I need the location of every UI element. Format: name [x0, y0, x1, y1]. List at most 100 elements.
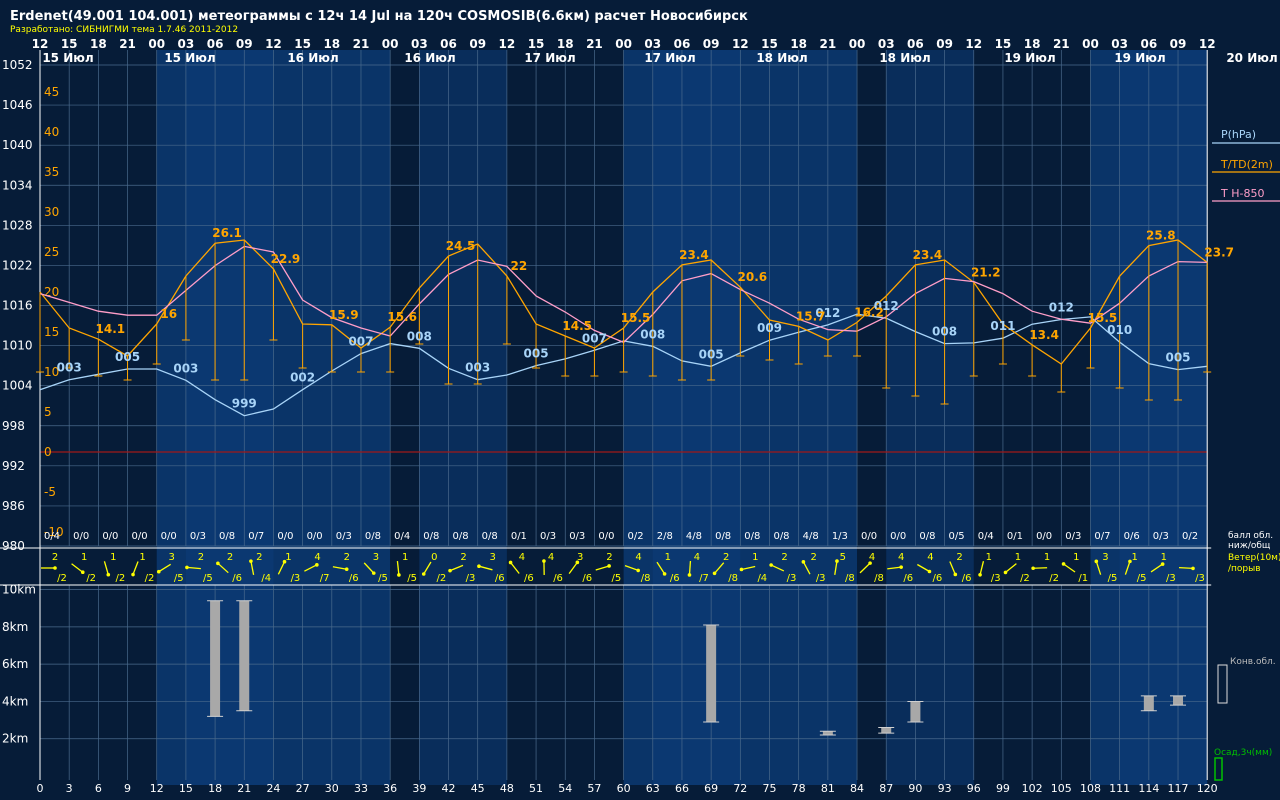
cloud-cover-value: 0/2: [1182, 531, 1198, 542]
cloud-cover-value: 0/3: [1153, 531, 1169, 542]
wind-arrow: [1178, 566, 1194, 570]
wind-gust-value: /3: [991, 573, 1001, 584]
wind-speed-value: 1: [81, 552, 87, 563]
wind-speed-value: 5: [840, 552, 846, 563]
cloud-cover-value: 0/3: [569, 531, 585, 542]
wind-gust-value: /5: [174, 573, 184, 584]
top-hour-label: 03: [644, 37, 661, 51]
bottom-hour-label: 81: [821, 782, 835, 795]
wind-gust-value: /6: [232, 573, 242, 584]
temperature-value-label: 24.5: [446, 239, 476, 253]
bottom-hour-label: 54: [558, 782, 572, 795]
wind-speed-value: 4: [519, 552, 525, 563]
cloud-cover-value: 0/1: [1007, 531, 1023, 542]
wind-speed-value: 3: [490, 552, 496, 563]
legend-wind-1: Ветер(10м): [1228, 553, 1280, 563]
wind-arrow-head: [156, 569, 161, 574]
wind-gust-value: /2: [57, 573, 67, 584]
pressure-value-label: 003: [465, 361, 490, 375]
bottom-hour-label: 30: [325, 782, 339, 795]
wind-gust-value: /5: [612, 573, 622, 584]
top-hour-label: 15: [528, 37, 545, 51]
bottom-hour-label: 120: [1197, 782, 1218, 795]
date-label: 17 Июл: [524, 51, 575, 65]
top-hour-label: 18: [790, 37, 807, 51]
wind-arrow-head: [80, 570, 85, 575]
wind-gust-value: /1: [1078, 573, 1088, 584]
cloud-cover-value: 0/3: [540, 531, 556, 542]
cloud-cover-value: 0/7: [248, 531, 264, 542]
wind-gust-value: /5: [1137, 573, 1147, 584]
cloud-cover-value: 0/8: [773, 531, 789, 542]
top-hour-label: 03: [878, 37, 895, 51]
wind-speed-value: 4: [898, 552, 904, 563]
top-hour-label: 12: [1199, 37, 1216, 51]
bottom-hour-label: 63: [646, 782, 660, 795]
legend-convective: Конв.обл.: [1230, 657, 1276, 667]
cloud-cover-value: 0/7: [1094, 531, 1110, 542]
wind-gust-value: /6: [962, 573, 972, 584]
height-tick-label: 8km: [2, 620, 28, 634]
wind-speed-value: 1: [1044, 552, 1050, 563]
date-label: 16 Июл: [287, 51, 338, 65]
top-hour-label: 09: [936, 37, 953, 51]
wind-arrow-head: [835, 559, 839, 563]
bottom-hour-label: 0: [37, 782, 44, 795]
pressure-tick-label: 986: [2, 499, 25, 513]
wind-arrow-head: [801, 560, 806, 564]
wind-gust-value: /2: [1049, 573, 1059, 584]
top-hour-label: 00: [849, 37, 866, 51]
legend-precip: Осад,3ч(мм): [1214, 748, 1272, 758]
pressure-value-label: 007: [582, 331, 607, 345]
wind-speed-value: 2: [781, 552, 787, 563]
wind-arrow-head: [344, 567, 349, 572]
pressure-tick-label: 1004: [2, 379, 33, 393]
temperature-value-label: 14.5: [562, 319, 592, 333]
wind-speed-value: 4: [548, 552, 554, 563]
cloud-cover-value: 0/2: [628, 531, 644, 542]
temperature-value-label: 15.5: [1088, 311, 1118, 325]
wind-speed-value: 1: [1131, 552, 1137, 563]
top-hour-label: 15: [61, 37, 78, 51]
wind-arrow-head: [477, 564, 481, 568]
cloud-cover-value: 2/8: [657, 531, 673, 542]
temperature-tick-label: 30: [44, 205, 59, 219]
wind-speed-value: 1: [1015, 552, 1021, 563]
date-label: 18 Июл: [756, 51, 807, 65]
temperature-value-label: 15.9: [329, 308, 359, 322]
cloud-cover-value: 0/0: [277, 531, 293, 542]
top-hour-label: 03: [411, 37, 428, 51]
wind-speed-value: 2: [256, 552, 262, 563]
top-hour-label: 21: [353, 37, 370, 51]
pressure-value-label: 009: [757, 321, 782, 335]
top-hour-label: 12: [32, 37, 49, 51]
wind-gust-value: /3: [1166, 573, 1176, 584]
bottom-hour-label: 36: [383, 782, 397, 795]
pressure-value-label: 008: [407, 329, 432, 343]
bottom-hour-label: 60: [617, 782, 631, 795]
cloud-cover-value: 4/8: [803, 531, 819, 542]
wind-gust-value: /2: [145, 573, 155, 584]
wind-speed-value: 2: [606, 552, 612, 563]
wind-arrow-head: [1191, 566, 1195, 571]
wind-speed-value: 4: [869, 552, 875, 563]
wind-gust-value: /5: [407, 573, 417, 584]
temperature-value-label: 15.7: [796, 309, 826, 323]
cloud-cover-value: 0/3: [190, 531, 206, 542]
convective-cloud-bar: [822, 731, 833, 735]
wind-gust-value: /8: [641, 573, 651, 584]
temperature-tick-label: 0: [44, 445, 52, 459]
wind-arrow-head: [899, 565, 903, 569]
pressure-tick-label: 1028: [2, 218, 33, 232]
temperature-value-label: 16: [160, 307, 177, 321]
wind-speed-value: 0: [431, 552, 437, 563]
pressure-tick-label: 1034: [2, 178, 33, 192]
date-label: 19 Июл: [1114, 51, 1165, 65]
wind-speed-value: 3: [169, 552, 175, 563]
height-tick-label: 10km: [2, 583, 36, 597]
wind-arrow-head: [769, 563, 773, 567]
temperature-value-label: 15.5: [621, 311, 651, 325]
wind-arrow-head: [282, 559, 287, 564]
bottom-hour-label: 45: [471, 782, 485, 795]
wind-gust-value: /5: [378, 573, 388, 584]
